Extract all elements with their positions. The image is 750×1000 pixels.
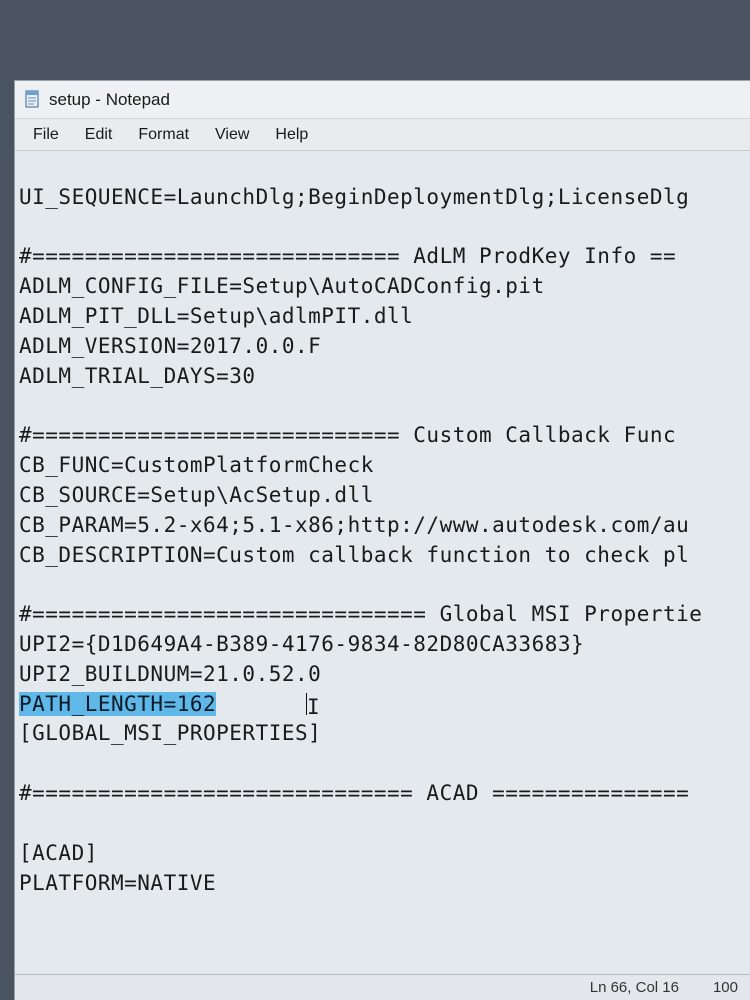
zoom-level: 100 <box>713 979 738 996</box>
text-line <box>19 749 746 779</box>
menu-bar: File Edit Format View Help <box>15 119 750 151</box>
text-line: PATH_LENGTH=162 I <box>19 690 746 720</box>
text-line: ADLM_TRIAL_DAYS=30 <box>19 362 746 392</box>
text-line: [ACAD] <box>19 839 746 869</box>
text-caret: I <box>306 693 320 715</box>
text-line: UPI2={D1D649A4-B389-4176-9834-82D80CA336… <box>19 630 746 660</box>
text-line <box>19 809 746 839</box>
text-line: UI_SEQUENCE=LaunchDlg;BeginDeploymentDlg… <box>19 183 746 213</box>
text-line: PLATFORM=NATIVE <box>19 869 746 899</box>
text-line: #============================ Custom Cal… <box>19 421 746 451</box>
title-bar[interactable]: setup - Notepad <box>15 81 750 119</box>
text-line: #============================== Global M… <box>19 600 746 630</box>
text-line <box>19 213 746 243</box>
text-line: #============================= ACAD ====… <box>19 779 746 809</box>
cursor-position: Ln 66, Col 16 <box>590 979 679 996</box>
text-line: UPI2_BUILDNUM=21.0.52.0 <box>19 660 746 690</box>
text-line: CB_SOURCE=Setup\AcSetup.dll <box>19 481 746 511</box>
text-line: ADLM_PIT_DLL=Setup\adlmPIT.dll <box>19 302 746 332</box>
text-line: #============================ AdLM ProdK… <box>19 242 746 272</box>
window-title: setup - Notepad <box>49 90 170 110</box>
status-bar: Ln 66, Col 16 100 <box>15 974 750 1000</box>
menu-format[interactable]: Format <box>126 122 201 148</box>
text-line <box>19 570 746 600</box>
menu-edit[interactable]: Edit <box>73 122 125 148</box>
notepad-icon <box>23 90 41 110</box>
text-line: ADLM_VERSION=2017.0.0.F <box>19 332 746 362</box>
menu-file[interactable]: File <box>21 122 71 148</box>
text-line: [GLOBAL_MSI_PROPERTIES] <box>19 719 746 749</box>
menu-help[interactable]: Help <box>263 122 320 148</box>
text-line <box>19 392 746 422</box>
notepad-window: setup - Notepad File Edit Format View He… <box>14 80 750 1000</box>
text-editor[interactable]: UI_SEQUENCE=LaunchDlg;BeginDeploymentDlg… <box>15 151 750 974</box>
text-line: ADLM_CONFIG_FILE=Setup\AutoCADConfig.pit <box>19 272 746 302</box>
text-content[interactable]: UI_SEQUENCE=LaunchDlg;BeginDeploymentDlg… <box>19 183 746 899</box>
text-line: CB_FUNC=CustomPlatformCheck <box>19 451 746 481</box>
text-line: CB_PARAM=5.2-x64;5.1-x86;http://www.auto… <box>19 511 746 541</box>
menu-view[interactable]: View <box>203 122 261 148</box>
text-line: CB_DESCRIPTION=Custom callback function … <box>19 541 746 571</box>
selected-text: PATH_LENGTH=162 <box>19 692 216 716</box>
